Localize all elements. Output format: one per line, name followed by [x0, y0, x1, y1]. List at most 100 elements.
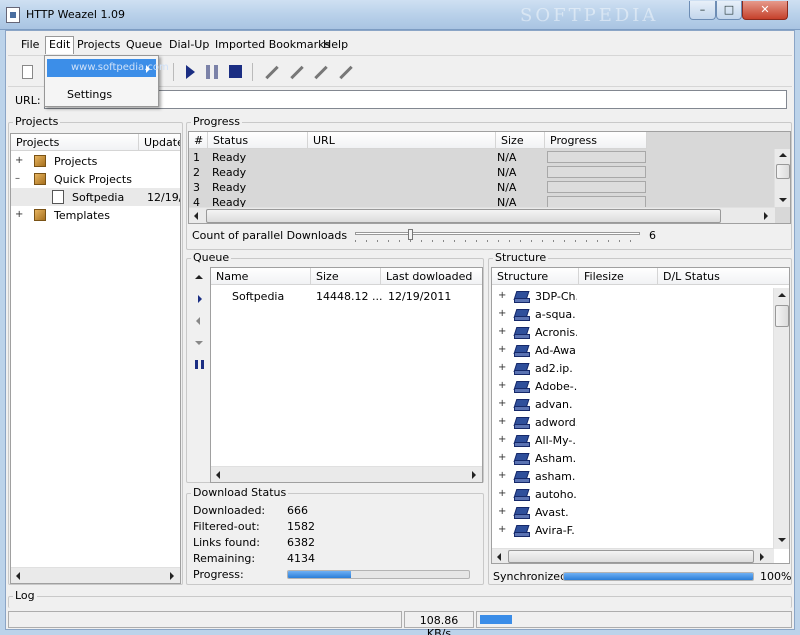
close-button[interactable]: ✕ [742, 1, 788, 20]
column-header-dl-status[interactable]: D/L Status [658, 268, 789, 285]
expand-icon[interactable]: + [498, 434, 506, 445]
menu-projects[interactable]: Projects [77, 38, 120, 51]
column-header-number[interactable]: # [189, 132, 208, 149]
structure-item[interactable]: adword. [535, 416, 577, 429]
scroll-up-icon[interactable] [779, 153, 787, 157]
structure-item[interactable]: Asham. [535, 452, 577, 465]
menu-file[interactable]: File [21, 38, 39, 51]
scroll-thumb[interactable] [206, 209, 721, 223]
menu-item-settings[interactable]: Settings [67, 88, 112, 101]
expand-icon[interactable]: + [15, 155, 23, 166]
menu-imported-bookmarks[interactable]: Imported Bookmarks [215, 38, 330, 51]
scroll-right-icon[interactable] [760, 553, 764, 561]
parallel-downloads-slider[interactable] [355, 229, 640, 243]
menu-help[interactable]: Help [323, 38, 348, 51]
structure-item[interactable]: Avira-F. [535, 524, 577, 537]
wand-add-icon[interactable] [314, 65, 328, 80]
collapse-icon[interactable]: – [15, 173, 20, 184]
stop-icon[interactable] [229, 65, 242, 78]
wand-icon[interactable] [290, 65, 304, 80]
scroll-right-icon[interactable] [764, 212, 768, 220]
structure-item[interactable]: 3DP-Ch. [535, 290, 577, 303]
slider-thumb[interactable] [408, 229, 413, 240]
structure-item[interactable]: advan. [535, 398, 577, 411]
scroll-left-icon[interactable] [216, 471, 220, 479]
queue-list[interactable]: Name Size Last dowloaded Softpedia 14448… [210, 267, 483, 483]
expand-icon[interactable]: + [498, 362, 506, 373]
expand-icon[interactable]: + [498, 470, 506, 481]
horizontal-scrollbar[interactable] [11, 567, 180, 583]
horizontal-scrollbar[interactable] [492, 548, 774, 563]
tree-item[interactable]: Quick Projects [54, 173, 132, 186]
expand-icon[interactable]: + [498, 344, 506, 355]
queue-back-icon[interactable] [196, 317, 200, 325]
column-header-size[interactable]: Size [311, 268, 381, 285]
expand-icon[interactable]: + [498, 524, 506, 535]
column-header-filesize[interactable]: Filesize [579, 268, 658, 285]
queue-up-icon[interactable] [195, 275, 203, 279]
expand-icon[interactable]: + [498, 416, 506, 427]
edit-menu-item-highlighted[interactable]: www.softpedia.com [47, 59, 169, 77]
scroll-left-icon[interactable] [497, 553, 501, 561]
scroll-down-icon[interactable] [778, 538, 786, 542]
queue-start-icon[interactable] [198, 295, 202, 303]
column-header-name[interactable]: Name [211, 268, 311, 285]
column-header-url[interactable]: URL [308, 132, 496, 149]
structure-item[interactable]: Acronis. [535, 326, 577, 339]
column-header-update[interactable]: Update [139, 134, 180, 151]
menu-edit[interactable]: Edit [45, 36, 75, 54]
structure-item[interactable]: a-squa. [535, 308, 577, 321]
expand-icon[interactable]: + [498, 290, 506, 301]
expand-icon[interactable]: + [498, 506, 506, 517]
expand-icon[interactable]: + [498, 398, 506, 409]
structure-item[interactable]: Ad-Awa. [535, 344, 577, 357]
expand-icon[interactable]: + [15, 209, 23, 220]
horizontal-scrollbar[interactable] [189, 207, 775, 223]
structure-item[interactable]: Avast. [535, 506, 577, 519]
pause-icon[interactable] [206, 65, 218, 79]
expand-icon[interactable]: + [498, 380, 506, 391]
projects-tree[interactable]: Projects Update + Projects – Quick Proje… [10, 133, 181, 584]
queue-pause-icon[interactable] [195, 360, 204, 369]
menu-dial-up[interactable]: Dial-Up [169, 38, 209, 51]
column-header-last-downloaded[interactable]: Last dowloaded [381, 268, 482, 285]
tree-item[interactable]: Projects [54, 155, 97, 168]
structure-item[interactable]: All-My-. [535, 434, 577, 447]
scroll-thumb[interactable] [776, 164, 790, 179]
horizontal-scrollbar[interactable] [211, 466, 482, 482]
tree-item[interactable]: Softpedia [72, 191, 124, 204]
structure-item[interactable]: asham. [535, 470, 577, 483]
column-header-progress[interactable]: Progress [545, 132, 647, 149]
scroll-right-icon[interactable] [170, 572, 174, 580]
menu-queue[interactable]: Queue [126, 38, 162, 51]
column-header-structure[interactable]: Structure [492, 268, 579, 285]
vertical-scrollbar[interactable] [773, 288, 789, 549]
wand-remove-icon[interactable] [339, 65, 353, 80]
column-header-projects[interactable]: Projects [11, 134, 139, 151]
scroll-down-icon[interactable] [779, 198, 787, 202]
expand-icon[interactable]: + [498, 452, 506, 463]
column-header-size[interactable]: Size [496, 132, 545, 149]
queue-item-name[interactable]: Softpedia [232, 290, 284, 303]
scroll-thumb[interactable] [508, 550, 754, 563]
new-document-icon[interactable] [22, 65, 33, 79]
structure-item[interactable]: autoho. [535, 488, 577, 501]
wand-icon[interactable] [265, 65, 279, 80]
structure-item[interactable]: ad2.ip. [535, 362, 577, 375]
structure-tree[interactable]: Structure Filesize D/L Status +3DP-Ch. + a… [491, 267, 790, 564]
expand-icon[interactable]: + [498, 326, 506, 337]
column-header-status[interactable]: Status [208, 132, 308, 149]
vertical-scrollbar[interactable] [774, 149, 790, 207]
scroll-left-icon[interactable] [194, 212, 198, 220]
expand-icon[interactable]: + [498, 308, 506, 319]
minimize-button[interactable]: – [689, 1, 716, 20]
start-icon[interactable] [186, 65, 195, 79]
queue-down-icon[interactable] [195, 341, 203, 345]
structure-item[interactable]: Adobe-. [535, 380, 577, 393]
scroll-right-icon[interactable] [472, 471, 476, 479]
maximize-button[interactable]: □ [716, 1, 742, 20]
scroll-up-icon[interactable] [778, 293, 786, 297]
progress-table[interactable]: # Status URL Size Progress 1 Ready N/A 2… [188, 131, 791, 224]
tree-item[interactable]: Templates [54, 209, 110, 222]
expand-icon[interactable]: + [498, 488, 506, 499]
